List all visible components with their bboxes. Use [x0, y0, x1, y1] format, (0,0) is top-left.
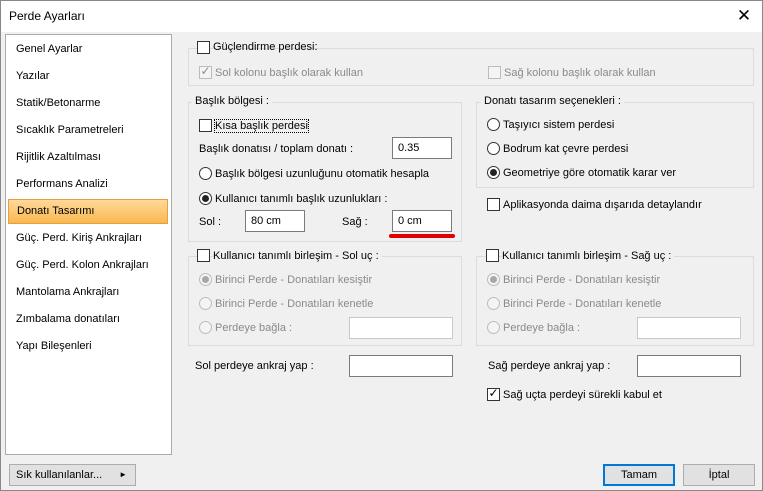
sidebar-item-donati-tasarimi[interactable]: Donatı Tasarımı [8, 199, 168, 224]
right-anchorage-label: Sağ perdeye ankraj yap : [488, 360, 611, 372]
left-lock-label: Birinci Perde - Donatıları kenetle [215, 298, 374, 310]
left-length-input[interactable]: 80 cm [245, 210, 305, 232]
sidebar-item-sicaklik[interactable]: Sıcaklık Parametreleri [8, 118, 168, 143]
right-connect-label: Perdeye bağla : [503, 322, 581, 334]
continuous-right-checkbox[interactable]: ✓ [487, 386, 500, 401]
sidebar-item-yapi-bilesenleri[interactable]: Yapı Bileşenleri [8, 334, 168, 359]
auto-geometry-radio[interactable] [487, 166, 500, 179]
sidebar-item-kolon-ankrajlari[interactable]: Güç. Perd. Kolon Ankrajları [8, 253, 168, 278]
sidebar-item-rijitlik[interactable]: Rijitlik Azaltılması [8, 145, 168, 170]
right-intersect-radio [487, 273, 500, 286]
carrier-wall-label: Taşıyıcı sistem perdesi [503, 119, 615, 131]
detail-outside-label: Aplikasyonda daima dışarıda detaylandır [503, 199, 702, 211]
rebar-options-title: Donatı tasarım seçenekleri : [481, 95, 624, 107]
right-length-input[interactable]: 0 cm [392, 210, 452, 232]
title-bar: Perde Ayarları ✕ [1, 1, 762, 32]
sidebar-item-statik[interactable]: Statik/Betonarme [8, 91, 168, 116]
left-connect-radio [199, 321, 212, 334]
short-header-checkbox[interactable] [199, 119, 212, 132]
right-column-header-checkbox [488, 66, 501, 79]
right-connect-input [637, 317, 741, 339]
close-icon[interactable]: ✕ [732, 4, 756, 28]
right-lock-radio [487, 297, 500, 310]
left-length-label: Sol : [199, 216, 222, 228]
right-anchorage-input[interactable] [637, 355, 741, 377]
chevron-right-icon: ► [119, 470, 127, 479]
sidebar-item-yazilar[interactable]: Yazılar [8, 64, 168, 89]
ratio-label: Başlık donatısı / toplam donatı : [199, 143, 354, 155]
dialog-window: Perde Ayarları ✕ Genel Ayarlar Yazılar S… [0, 0, 763, 491]
auto-calc-radio[interactable] [199, 167, 212, 180]
left-anchorage-input[interactable] [349, 355, 453, 377]
left-connect-label: Perdeye bağla : [215, 322, 293, 334]
auto-geometry-label: Geometriye göre otomatik karar ver [503, 167, 677, 179]
left-connect-input [349, 317, 453, 339]
basement-wall-label: Bodrum kat çevre perdesi [503, 143, 629, 155]
header-zone-title: Başlık bölgesi : [192, 95, 272, 107]
user-defined-radio[interactable] [199, 192, 212, 205]
sidebar-item-genel-ayarlar[interactable]: Genel Ayarlar [8, 37, 168, 62]
ratio-input[interactable]: 0.35 [392, 137, 452, 159]
carrier-wall-radio[interactable] [487, 118, 500, 131]
basement-wall-radio[interactable] [487, 142, 500, 155]
left-column-header-label: Sol kolonu başlık olarak kullan [215, 67, 363, 79]
right-column-header-label: Sağ kolonu başlık olarak kullan [504, 67, 656, 79]
left-anchorage-label: Sol perdeye ankraj yap : [195, 360, 314, 372]
left-lock-radio [199, 297, 212, 310]
continuous-right-label: Sağ uçta perdeyi sürekli kabul et [503, 389, 662, 401]
right-lock-label: Birinci Perde - Donatıları kenetle [503, 298, 662, 310]
cancel-button[interactable]: İptal [683, 464, 755, 486]
right-length-label: Sağ : [342, 216, 368, 228]
left-column-header-checkbox: ✓ [199, 64, 212, 79]
sidebar-item-kiris-ankrajlari[interactable]: Güç. Perd. Kiriş Ankrajları [8, 226, 168, 251]
sidebar: Genel Ayarlar Yazılar Statik/Betonarme S… [5, 34, 172, 455]
strengthening-checkbox[interactable] [197, 41, 210, 54]
left-intersect-label: Birinci Perde - Donatıları kesiştir [215, 274, 373, 286]
sidebar-item-mantolama[interactable]: Mantolama Ankrajları [8, 280, 168, 305]
sidebar-item-zimbalama[interactable]: Zımbalama donatıları [8, 307, 168, 332]
detail-outside-checkbox[interactable] [487, 198, 500, 211]
user-defined-label: Kullanıcı tanımlı başlık uzunlukları : [215, 193, 388, 205]
annotation-underline [389, 234, 455, 238]
frequent-settings-button[interactable]: Sık kullanılanlar... ► [9, 464, 136, 486]
ok-button[interactable]: Tamam [603, 464, 675, 486]
auto-calc-label: Başlık bölgesi uzunluğunu otomatik hesap… [215, 168, 430, 180]
right-intersect-label: Birinci Perde - Donatıları kesiştir [503, 274, 661, 286]
sidebar-item-performans[interactable]: Performans Analizi [8, 172, 168, 197]
right-joint-title: Kullanıcı tanımlı birleşim - Sağ uç : [502, 250, 675, 262]
left-joint-checkbox[interactable] [197, 249, 210, 262]
right-joint-checkbox[interactable] [486, 249, 499, 262]
window-title: Perde Ayarları [9, 9, 85, 23]
right-connect-radio [487, 321, 500, 334]
left-intersect-radio [199, 273, 212, 286]
short-header-label: Kısa başlık perdesi [214, 119, 309, 133]
strengthening-label: Güçlendirme perdesi: [213, 41, 318, 53]
frequent-settings-label: Sık kullanılanlar... [16, 469, 103, 481]
left-joint-title: Kullanıcı tanımlı birleşim - Sol uç : [213, 250, 382, 262]
